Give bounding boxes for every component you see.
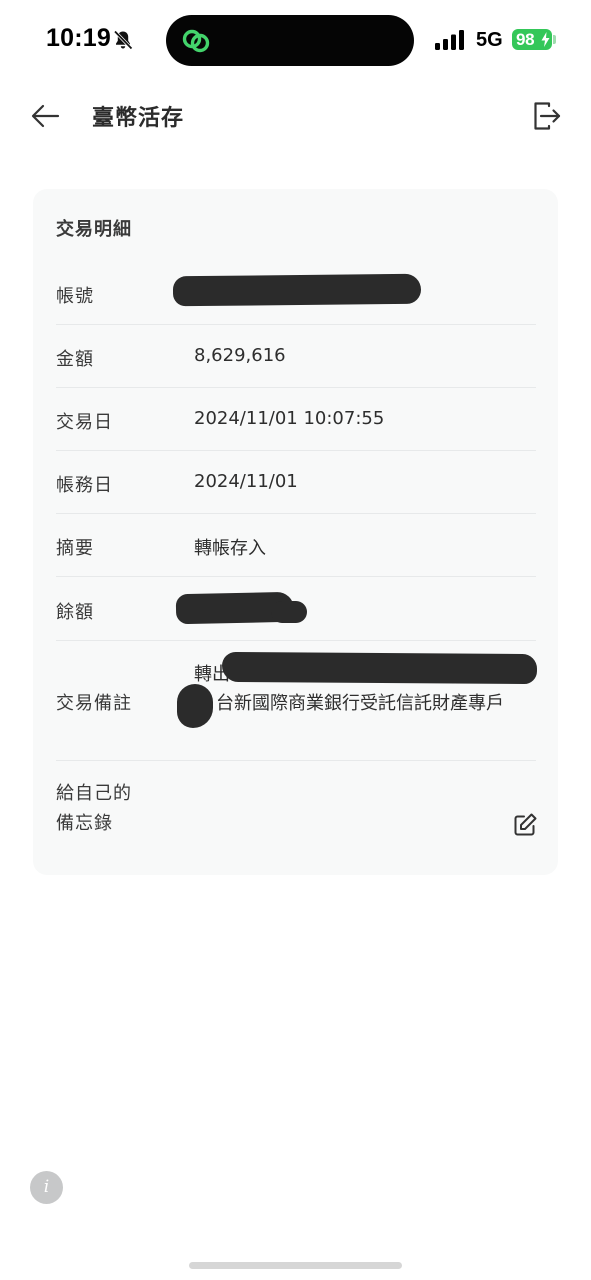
row-label: 餘額: [56, 602, 94, 623]
redaction-mark: [221, 651, 538, 685]
transaction-detail-card: 交易明細 帳號 金額 8,629,616 交易日 2024/11/01 10:0…: [33, 189, 558, 875]
row-value: 轉帳存入: [194, 538, 266, 559]
detail-row-summary: 摘要 轉帳存入: [56, 513, 536, 577]
home-indicator[interactable]: [189, 1262, 402, 1269]
signal-bars-icon: [435, 30, 464, 50]
row-value: 2024/11/01 10:07:55: [194, 408, 385, 429]
battery-nub: [553, 35, 556, 44]
info-button[interactable]: i: [30, 1171, 63, 1204]
arrow-left-icon: [31, 104, 60, 128]
memo-label: 給自己的 備忘錄: [56, 779, 132, 839]
redaction-mark: [177, 684, 213, 728]
bolt-icon: [541, 32, 550, 47]
network-type-label: 5G: [476, 29, 503, 51]
back-button[interactable]: [26, 100, 66, 132]
status-bar: 10:19 5G 98: [0, 0, 591, 80]
detail-row-transaction-note: 交易備註 轉出 台新國際商業銀行受託信託財產專戶: [56, 640, 538, 761]
row-label: 摘要: [56, 538, 94, 559]
card-title: 交易明細: [56, 219, 132, 240]
memo-label-line1: 給自己的: [56, 783, 132, 804]
row-label: 金額: [56, 349, 94, 370]
bell-slash-icon: [113, 30, 133, 50]
detail-row-transaction-date: 交易日 2024/11/01 10:07:55: [56, 387, 536, 451]
battery-icon: 98: [512, 29, 552, 50]
redaction-mark: [172, 273, 422, 307]
page-title: 臺幣活存: [92, 106, 185, 131]
row-label: 交易備註: [56, 693, 132, 714]
logout-button[interactable]: [528, 98, 564, 134]
status-time: 10:19: [46, 24, 111, 52]
detail-row-amount: 金額 8,629,616: [56, 324, 536, 388]
edit-icon: [514, 813, 537, 836]
detail-row-accounting-date: 帳務日 2024/11/01: [56, 450, 536, 514]
detail-row-account: 帳號: [56, 260, 536, 325]
edit-memo-button[interactable]: [511, 811, 539, 839]
info-icon: i: [43, 1177, 50, 1197]
row-value: 2024/11/01: [194, 471, 298, 492]
row-label: 帳號: [56, 286, 94, 307]
row-label: 帳務日: [56, 475, 113, 496]
battery-level: 98: [516, 30, 535, 49]
redaction-mark: [271, 601, 307, 623]
memo-label-line2: 備忘錄: [56, 813, 113, 834]
row-value-line2: 台新國際商業銀行受託信託財產專戶: [216, 693, 504, 714]
row-label: 交易日: [56, 412, 113, 433]
app-header: 臺幣活存: [0, 86, 591, 146]
detail-row-balance: 餘額: [56, 576, 536, 641]
logout-icon: [534, 102, 561, 130]
row-value: 8,629,616: [194, 345, 286, 366]
dynamic-island: [166, 15, 414, 66]
link-circles-icon: [182, 29, 210, 53]
